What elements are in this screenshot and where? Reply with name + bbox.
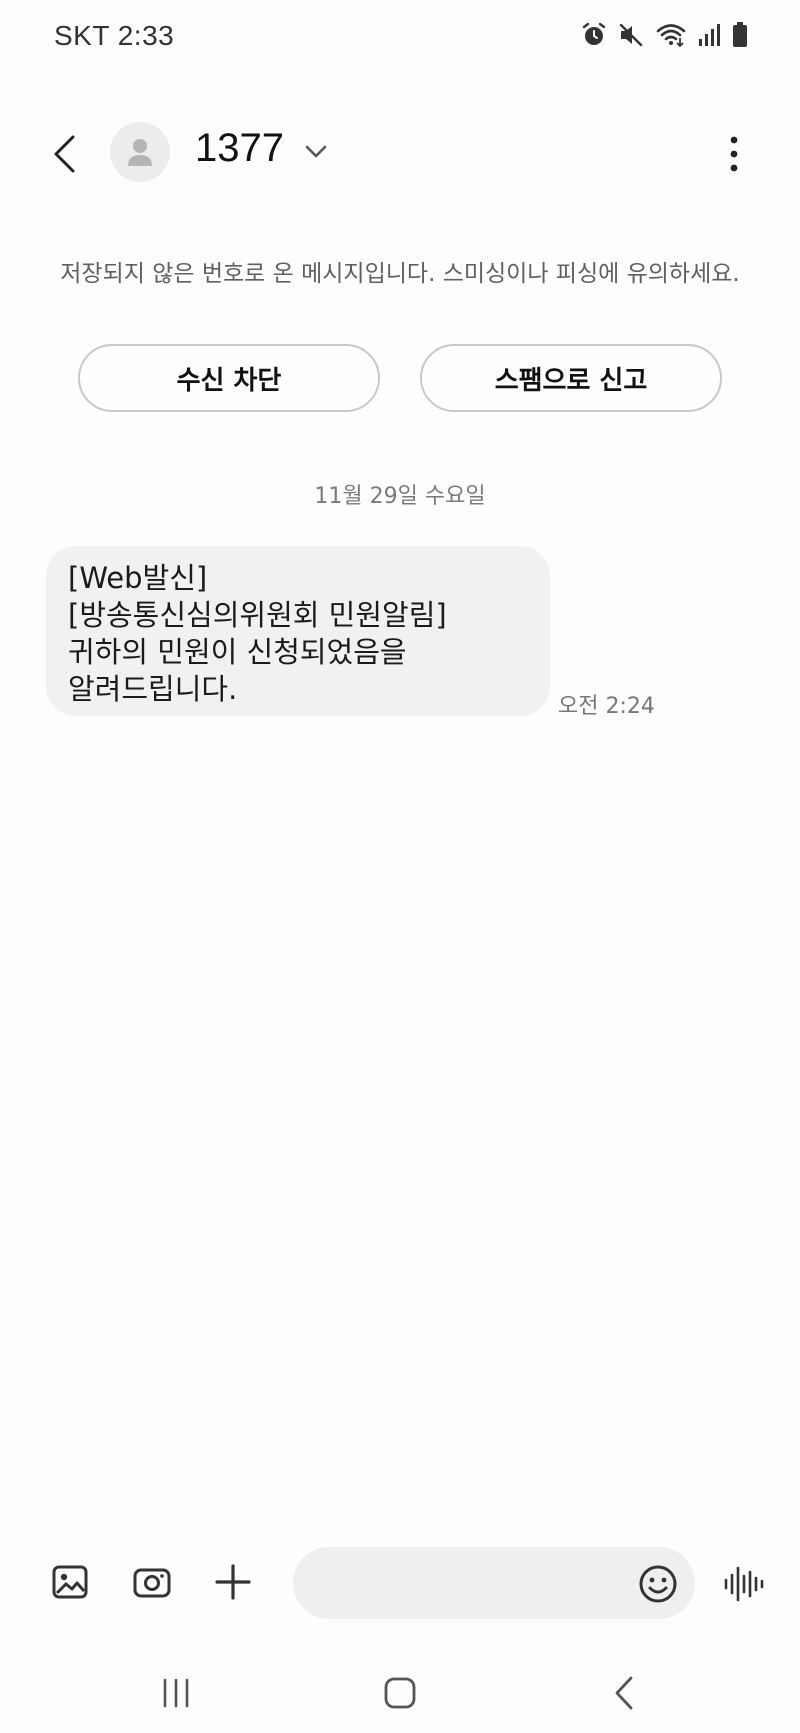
person-icon	[128, 139, 152, 166]
voice-record-button[interactable]	[722, 1564, 766, 1604]
status-icons	[582, 22, 748, 48]
voice-wave-icon	[724, 1566, 764, 1602]
message-line: 귀하의 민원이 신청되었음을	[68, 635, 407, 669]
message-timestamp: 오전 2:24	[558, 694, 655, 719]
message-line: [방송통신심의위원회 민원알림]	[68, 598, 447, 632]
more-vertical-icon	[730, 136, 738, 172]
message-input[interactable]	[321, 1563, 625, 1605]
report-spam-button[interactable]: 스팸으로 신고	[420, 344, 722, 412]
home-icon	[384, 1677, 416, 1709]
contact-details-chevron[interactable]	[302, 138, 330, 166]
wifi-icon	[656, 22, 686, 48]
unsaved-number-warning: 저장되지 않은 번호로 온 메시지입니다. 스미싱이나 피싱에 유의하세요.	[60, 261, 740, 287]
camera-button[interactable]	[130, 1560, 174, 1604]
gallery-button[interactable]	[48, 1560, 92, 1604]
signal-icon	[698, 23, 720, 47]
contact-number[interactable]: 1377	[195, 126, 284, 171]
plus-icon	[215, 1564, 251, 1600]
back-button[interactable]	[40, 128, 88, 180]
nav-home-button[interactable]	[370, 1670, 430, 1716]
message-input-container[interactable]	[293, 1547, 695, 1619]
message-line: 알려드립니다.	[68, 672, 238, 706]
chevron-down-icon	[305, 145, 327, 158]
camera-icon	[133, 1568, 171, 1598]
date-separator: 11월 29일 수요일	[314, 484, 486, 509]
nav-back-icon	[615, 1676, 633, 1710]
battery-icon	[732, 22, 748, 48]
recents-icon	[163, 1678, 189, 1708]
emoji-button[interactable]	[638, 1564, 678, 1604]
alarm-icon	[582, 22, 606, 48]
more-options-button[interactable]	[716, 130, 752, 178]
nav-back-button[interactable]	[594, 1670, 654, 1716]
status-carrier-time: SKT 2:33	[54, 20, 175, 51]
gallery-icon	[52, 1565, 88, 1599]
block-sender-button[interactable]: 수신 차단	[78, 344, 380, 412]
back-arrow-icon	[54, 135, 75, 173]
mute-icon	[618, 22, 644, 48]
emoji-icon	[639, 1565, 677, 1603]
message-bubble[interactable]: [Web발신] [방송통신심의위원회 민원알림] 귀하의 민원이 신청되었음을 …	[46, 546, 550, 716]
add-attachment-button[interactable]	[211, 1560, 255, 1604]
avatar[interactable]	[110, 122, 170, 182]
message-line: [Web발신]	[68, 561, 208, 595]
nav-recents-button[interactable]	[146, 1670, 206, 1716]
